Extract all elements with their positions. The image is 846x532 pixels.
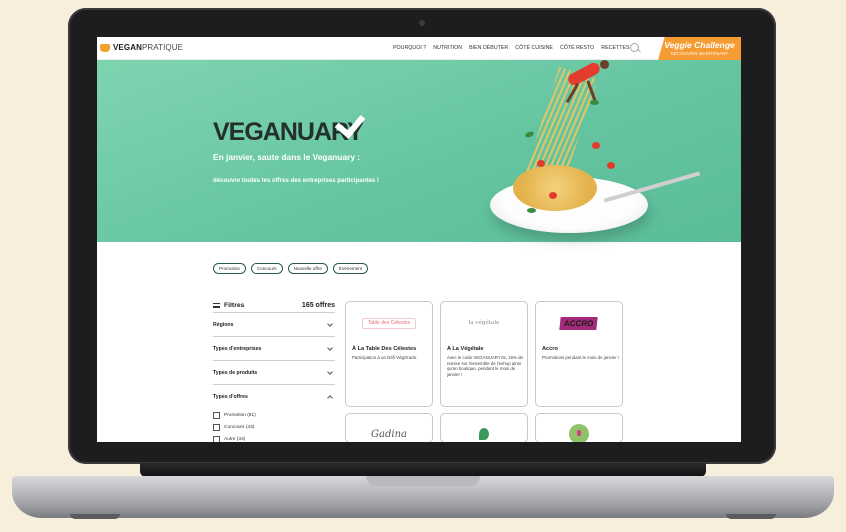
checkbox[interactable] <box>213 423 220 431</box>
filter-option-concours[interactable]: Concours (43) <box>213 421 335 433</box>
main-menu: POURQUOI ? NUTRITION BIEN DÉBUTER CÔTÉ C… <box>393 45 630 51</box>
filters-panel: Filtres 165 offres Régions Types d'entre… <box>213 299 335 442</box>
offers-count: 165 offres <box>301 302 335 309</box>
camera-icon <box>419 20 425 26</box>
laptop-foot-left <box>70 514 120 519</box>
filter-group-label: Régions <box>213 321 234 328</box>
offer-card[interactable]: Table des Célestes À La Table Des Célest… <box>345 301 433 407</box>
veggie-challenge-button[interactable]: Veggie Challenge DÉCOUVRIR MAINTENANT <box>658 37 741 60</box>
filters-title: Filtres <box>224 302 245 309</box>
tomato-illustration <box>537 160 545 167</box>
basil-leaf-illustration <box>590 100 599 105</box>
filter-option-label: Promotion (81) <box>224 412 256 418</box>
brand-logo: la végétale <box>468 320 500 326</box>
filter-option-promotion[interactable]: Promotion (81) <box>213 409 335 421</box>
filter-group-types-offres[interactable]: Types d'offres <box>213 385 335 409</box>
filter-group-types-produits[interactable]: Types de produits <box>213 361 335 385</box>
round-logo-icon <box>569 424 589 442</box>
card-title: A La Végétale <box>447 346 484 352</box>
chevron-down-icon <box>327 368 333 375</box>
filter-option-autre[interactable]: Autre (34) <box>213 433 335 442</box>
logo-brand: VEGAN <box>113 43 142 52</box>
basil-leaf-illustration <box>527 208 536 213</box>
hero-banner: VEGANUARY En janvier, saute dans le Vega… <box>97 60 741 242</box>
checkbox[interactable] <box>213 435 220 442</box>
tomato-illustration <box>549 192 557 199</box>
challenge-subtitle: DÉCOUVRIR MAINTENANT <box>670 51 729 56</box>
menu-item-recettes[interactable]: RECETTES <box>601 45 629 51</box>
offer-card[interactable]: Gadina <box>345 413 433 442</box>
leaf-logo-icon <box>479 428 489 440</box>
filter-group-label: Types d'entreprises <box>213 345 262 352</box>
top-nav: VEGANPRATIQUE POURQUOI ? NUTRITION BIEN … <box>97 37 741 60</box>
logo-suffix: PRATIQUE <box>141 43 184 52</box>
laptop-notch <box>366 476 480 486</box>
filter-option-label: Autre (34) <box>224 436 246 442</box>
card-logo: la végétale <box>441 302 527 344</box>
challenge-title: Veggie Challenge <box>664 40 735 50</box>
menu-item-pourquoi[interactable]: POURQUOI ? <box>393 45 426 51</box>
hero-subtitle: En janvier, saute dans le Veganuary : <box>213 152 361 162</box>
card-title: Accro <box>542 346 558 352</box>
filter-group-regions[interactable]: Régions <box>213 313 335 337</box>
filter-icon <box>213 303 220 308</box>
tag-evenement[interactable]: Événement <box>332 263 369 274</box>
offer-card[interactable]: la végétale A La Végétale Avec le code V… <box>440 301 528 407</box>
brand-logo: Gadina <box>371 428 407 440</box>
logo-icon <box>100 43 110 52</box>
card-description: Promotions pendant le mois de janvier ! <box>542 355 620 360</box>
offer-card[interactable] <box>535 413 623 442</box>
filters-header: Filtres 165 offres <box>213 299 335 313</box>
card-description: Avec le code VEGANUARY15, 15% de remise … <box>447 355 523 377</box>
browser-screen: VEGANPRATIQUE POURQUOI ? NUTRITION BIEN … <box>97 37 741 442</box>
brand-logo: Table des Célestes <box>361 317 417 329</box>
card-logo: Table des Célestes <box>346 302 432 344</box>
card-logo <box>536 414 622 442</box>
basil-leaf-illustration <box>524 130 535 139</box>
laptop-foot-right <box>726 514 776 519</box>
chevron-up-icon <box>327 395 333 401</box>
card-logo: Gadina <box>346 414 432 442</box>
brand-logo: ACCRO <box>559 316 599 330</box>
card-logo: ACCRO <box>536 302 622 344</box>
card-title: À La Table Des Célestes <box>352 346 417 352</box>
offer-card[interactable] <box>440 413 528 442</box>
filter-group-label: Types d'offres <box>213 394 248 400</box>
runner-head-illustration <box>600 60 609 69</box>
tomato-illustration <box>607 162 615 169</box>
tag-promotion[interactable]: Promotion <box>213 263 246 274</box>
menu-item-nutrition[interactable]: NUTRITION <box>433 45 462 51</box>
menu-item-bien-debuter[interactable]: BIEN DÉBUTER <box>469 45 508 51</box>
filter-group-label: Types de produits <box>213 369 258 376</box>
menu-item-cote-cuisine[interactable]: CÔTÉ CUISINE <box>515 45 553 51</box>
pasta-illustration <box>513 165 597 211</box>
laptop-hinge <box>140 463 706 477</box>
filter-group-types-entreprises[interactable]: Types d'entreprises <box>213 337 335 361</box>
card-description: Participation à un Défi VégOrado. <box>352 355 418 360</box>
chevron-down-icon <box>327 344 333 351</box>
card-logo <box>441 414 527 442</box>
checkbox[interactable] <box>213 411 220 419</box>
filter-option-label: Concours (43) <box>224 424 255 430</box>
hero-description: découvre toutes les offres des entrepris… <box>213 177 379 184</box>
tag-nouvelle-offre[interactable]: Nouvelle offre <box>287 263 328 274</box>
offer-tag-filters: Promotion Concours Nouvelle offre Événem… <box>213 263 369 274</box>
offer-card[interactable]: ACCRO Accro Promotions pendant le mois d… <box>535 301 623 407</box>
tomato-illustration <box>592 142 600 149</box>
tag-concours[interactable]: Concours <box>250 263 283 274</box>
chevron-down-icon <box>327 320 333 327</box>
menu-item-cote-resto[interactable]: CÔTÉ RESTO <box>560 45 594 51</box>
site-logo[interactable]: VEGANPRATIQUE <box>100 43 183 52</box>
search-icon[interactable] <box>630 43 639 52</box>
